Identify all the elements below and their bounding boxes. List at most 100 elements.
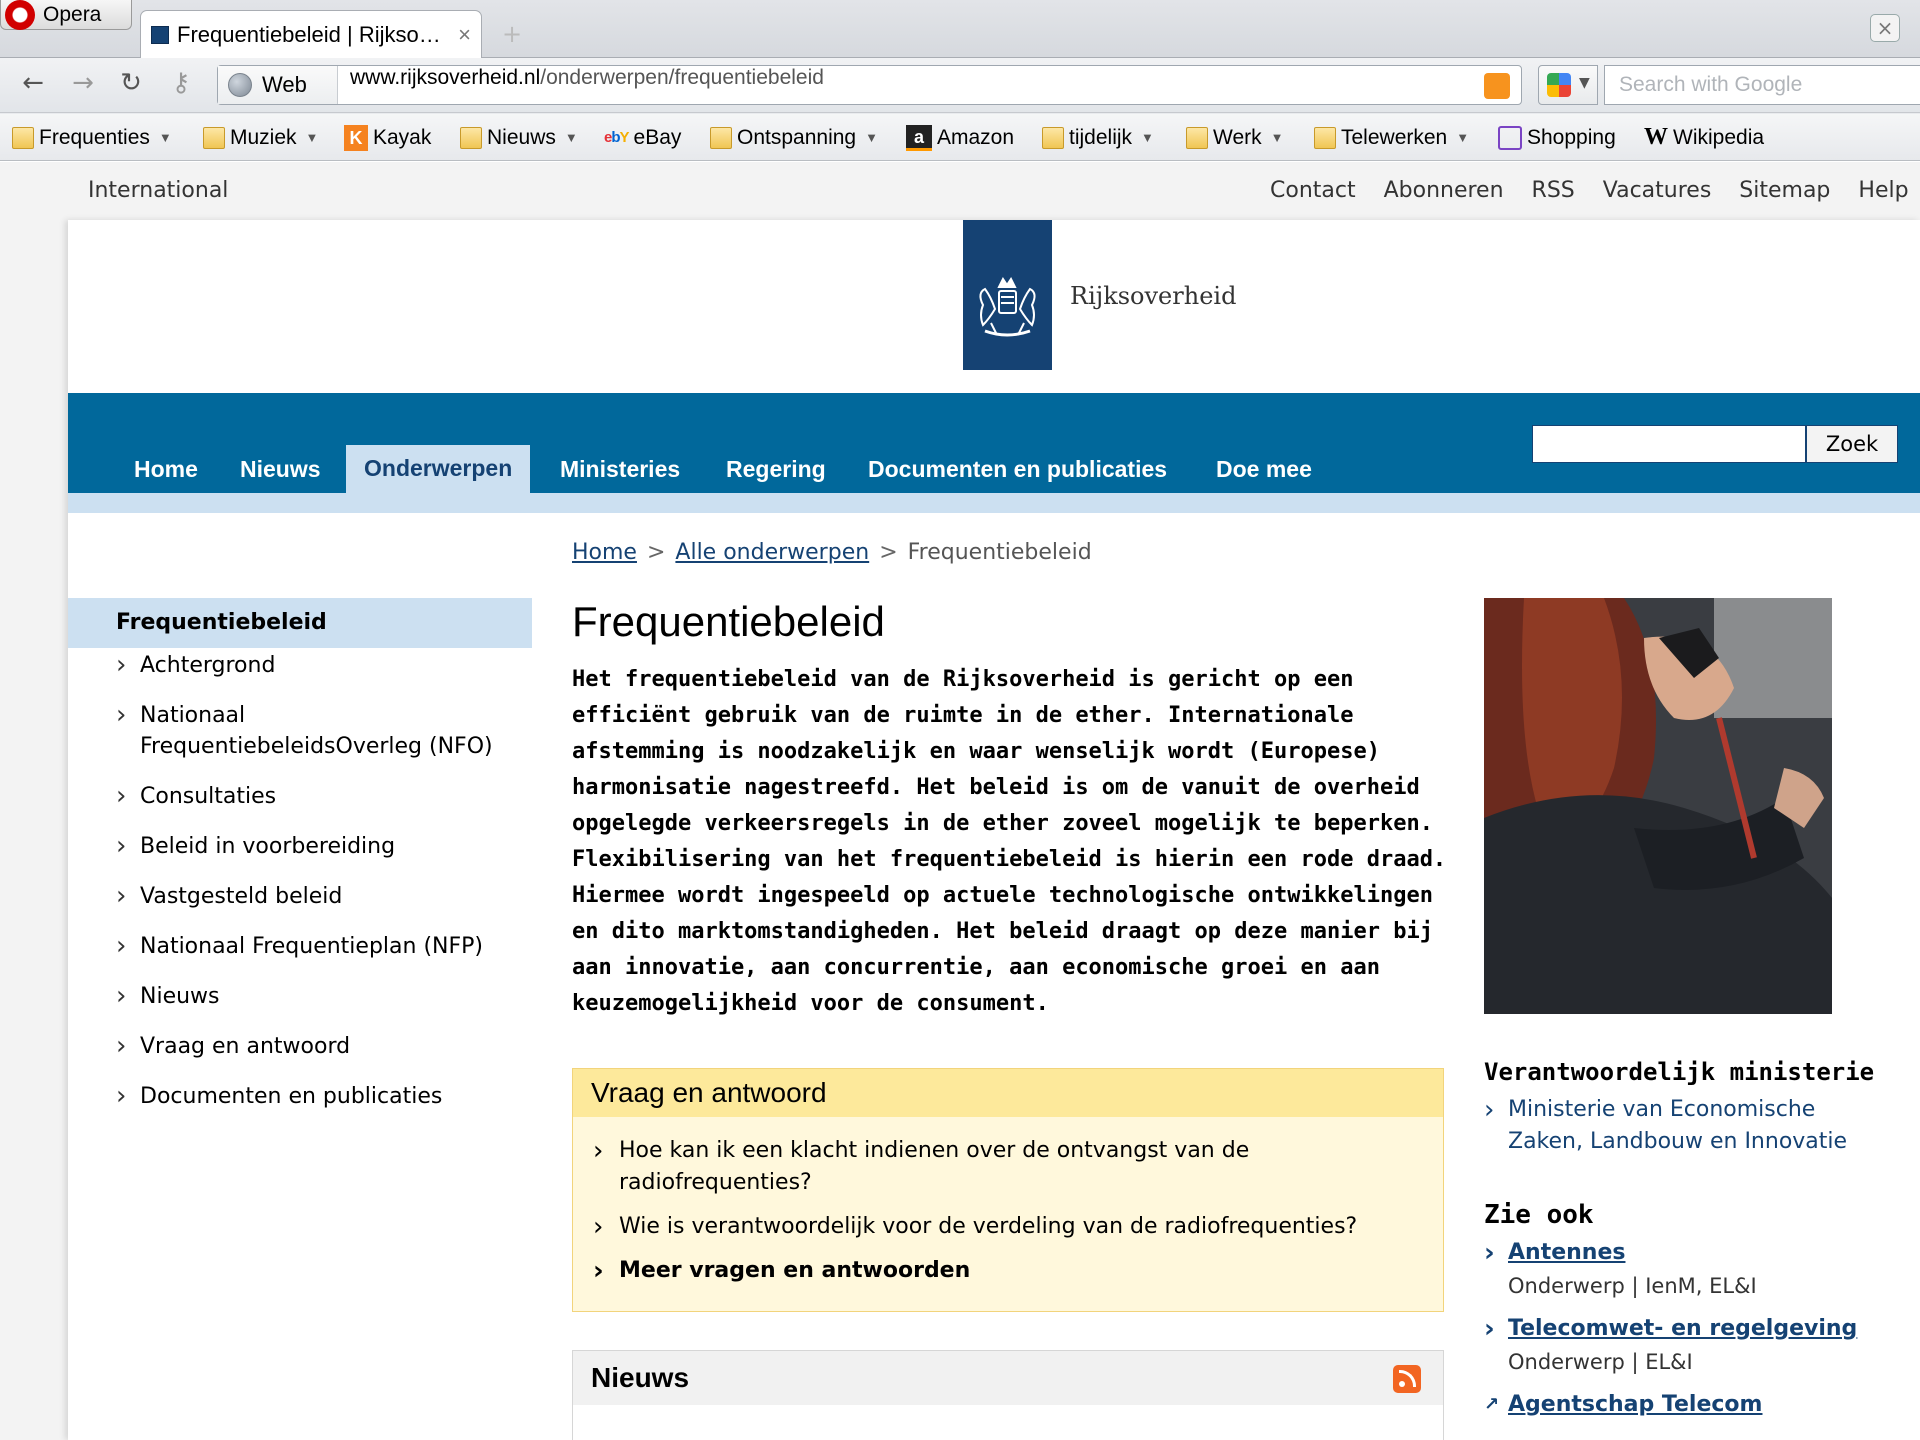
breadcrumb-home[interactable]: Home — [572, 540, 637, 565]
folder-icon — [12, 126, 34, 149]
link-international[interactable]: International — [88, 178, 228, 203]
url-host: www.rijksoverheid.nl — [350, 66, 541, 89]
see-also-link-telecomwet[interactable]: Telecomwet- en regelgeving — [1484, 1314, 1857, 1344]
shopping-icon — [1498, 125, 1522, 150]
address-security-badge[interactable]: Web — [218, 66, 338, 104]
sidenav-item-documenten[interactable]: Documenten en publicaties — [68, 1081, 532, 1112]
tab-title: Frequentiebeleid | Rijkso… — [177, 21, 441, 47]
page-title: Frequentiebeleid — [572, 598, 885, 645]
folder-icon — [203, 126, 225, 149]
breadcrumb: Home > Alle onderwerpen > Frequentiebeleid — [572, 540, 1092, 565]
see-also-link-antennes[interactable]: Antennes — [1484, 1238, 1626, 1268]
bookmark-label: Frequenties — [39, 125, 150, 149]
bookmark-nieuws[interactable]: Nieuws ▼ — [460, 114, 578, 161]
bookmark-ontspanning[interactable]: Ontspanning ▼ — [710, 114, 878, 161]
address-url[interactable]: www.rijksoverheid.nl/onderwerpen/frequen… — [350, 66, 824, 104]
address-bar[interactable]: Web www.rijksoverheid.nl/onderwerpen/fre… — [217, 65, 1522, 105]
coat-of-arms-icon — [979, 277, 1036, 337]
bookmark-frequenties[interactable]: Frequenties ▼ — [12, 114, 172, 161]
back-arrow-icon[interactable]: ← — [16, 66, 50, 100]
main-navigation: Home Nieuws Onderwerpen Ministeries Rege… — [68, 393, 1920, 493]
chevron-down-icon: ▼ — [1141, 130, 1154, 145]
see-also-meta: Onderwerp | EL&I — [1508, 1350, 1693, 1374]
breadcrumb-alle-onderwerpen[interactable]: Alle onderwerpen — [675, 540, 869, 565]
qa-item[interactable]: Hoe kan ik een klacht indienen over de o… — [573, 1135, 1443, 1199]
breadcrumb-separator: > — [646, 540, 666, 565]
reload-icon[interactable]: ↻ — [114, 66, 148, 100]
sidenav-item-nfp[interactable]: Nationaal Frequentieplan (NFP) — [68, 931, 532, 962]
search-engine-selector[interactable]: ▼ — [1538, 65, 1598, 105]
bookmark-label: eBay — [633, 125, 682, 149]
kayak-icon: K — [344, 124, 368, 151]
nav-onderwerpen[interactable]: Onderwerpen — [346, 445, 531, 493]
bookmark-label: Ontspanning — [737, 125, 857, 149]
link-sitemap[interactable]: Sitemap — [1739, 178, 1830, 203]
opera-menu-button[interactable]: Opera — [0, 0, 132, 30]
bookmark-shopping[interactable]: Shopping — [1498, 114, 1616, 161]
folder-icon — [1186, 126, 1208, 149]
see-also-link-agentschap-telecom[interactable]: Agentschap Telecom — [1484, 1392, 1763, 1417]
bookmark-kayak[interactable]: K Kayak — [344, 114, 431, 161]
news-box: Nieuws — [572, 1350, 1444, 1440]
chevron-down-icon: ▼ — [1456, 130, 1470, 145]
chevron-down-icon: ▼ — [865, 130, 878, 145]
bookmark-werk[interactable]: Werk ▼ — [1186, 114, 1284, 161]
bookmark-tijdelijk[interactable]: tijdelijk ▼ — [1042, 114, 1154, 161]
link-vacatures[interactable]: Vacatures — [1603, 178, 1712, 203]
qa-list: Hoe kan ik een klacht indienen over de o… — [573, 1117, 1443, 1287]
tab-close-icon[interactable]: × — [458, 22, 471, 48]
site-search-input[interactable] — [1532, 425, 1806, 463]
qa-box: Vraag en antwoord Hoe kan ik een klacht … — [572, 1068, 1444, 1312]
qa-item[interactable]: Wie is verantwoordelijk voor de verdelin… — [573, 1211, 1443, 1243]
sidenav-item-consultaties[interactable]: Consultaties — [68, 781, 532, 812]
new-tab-button[interactable]: + — [492, 20, 532, 50]
folder-icon — [710, 126, 732, 149]
topic-photo — [1484, 598, 1832, 1014]
browser-search-input[interactable]: Search with Google — [1604, 65, 1920, 105]
qa-more-link[interactable]: Meer vragen en antwoorden — [573, 1255, 1443, 1287]
sidenav: Achtergrond Nationaal FrequentiebeleidsO… — [68, 650, 532, 1131]
sidenav-item-nfo[interactable]: Nationaal FrequentiebeleidsOverleg (NFO) — [68, 700, 508, 762]
key-icon[interactable]: ⚷ — [164, 66, 198, 100]
sidenav-item-vastgesteld-beleid[interactable]: Vastgesteld beleid — [68, 881, 532, 912]
rijksoverheid-logo[interactable] — [963, 220, 1052, 370]
bookmark-amazon[interactable]: a Amazon — [906, 114, 1014, 161]
breadcrumb-current: Frequentiebeleid — [907, 540, 1092, 565]
sidenav-item-nieuws[interactable]: Nieuws — [68, 981, 532, 1012]
bookmarks-bar: Frequenties ▼ Muziek ▼ K Kayak Nieuws ▼ ebY e… — [0, 114, 1920, 161]
chevron-down-icon: ▼ — [158, 130, 172, 145]
sidenav-item-beleid-in-voorbereiding[interactable]: Beleid in voorbereiding — [68, 831, 532, 862]
bookmark-muziek[interactable]: Muziek ▼ — [203, 114, 318, 161]
site-search-button[interactable]: Zoek — [1806, 425, 1898, 463]
rijksoverheid-favicon-icon — [151, 25, 169, 44]
woman-on-phone-image — [1484, 598, 1832, 1014]
link-abonneren[interactable]: Abonneren — [1384, 178, 1504, 203]
link-rss[interactable]: RSS — [1532, 178, 1575, 203]
link-help[interactable]: Help — [1858, 178, 1908, 203]
intro-text: Het frequentiebeleid van de Rijksoverhei… — [572, 667, 1447, 1016]
news-box-title: Nieuws — [573, 1351, 1443, 1405]
bookmark-telewerken[interactable]: Telewerken ▼ — [1314, 114, 1469, 161]
sidenav-item-vraag-en-antwoord[interactable]: Vraag en antwoord — [68, 1031, 532, 1062]
window-close-button[interactable]: × — [1870, 14, 1900, 42]
rss-feed-icon[interactable] — [1393, 1365, 1421, 1393]
tab-active[interactable]: Frequentiebeleid | Rijkso… × — [140, 10, 482, 58]
nav-underline-bar — [68, 493, 1920, 513]
forward-arrow-icon[interactable]: → — [66, 66, 100, 100]
url-path: /onderwerpen/frequentiebeleid — [540, 66, 824, 89]
bookmark-label: Wikipedia — [1673, 125, 1765, 149]
logo-wordmark[interactable]: Rijksoverheid — [1070, 282, 1236, 310]
bookmark-ebay[interactable]: ebY eBay — [604, 114, 681, 161]
bookmark-label: Kayak — [373, 125, 432, 149]
rss-feed-icon[interactable] — [1484, 73, 1510, 99]
tab-bar: Opera Frequentiebeleid | Rijkso… × + × — [0, 0, 1920, 58]
site-container: Rijksoverheid Home Nieuws Onderwerpen Mi… — [68, 220, 1920, 1440]
bookmark-wikipedia[interactable]: W Wikipedia — [1644, 114, 1764, 161]
opera-menu-label: Opera — [43, 2, 102, 26]
ministry-link[interactable]: Ministerie van Economische Zaken, Landbo… — [1484, 1094, 1868, 1158]
sidenav-title[interactable]: Frequentiebeleid — [68, 598, 532, 648]
sidenav-item-achtergrond[interactable]: Achtergrond — [68, 650, 532, 681]
qa-box-title: Vraag en antwoord — [573, 1069, 1443, 1117]
link-contact[interactable]: Contact — [1270, 178, 1356, 203]
news-title-label: Nieuws — [591, 1362, 690, 1393]
